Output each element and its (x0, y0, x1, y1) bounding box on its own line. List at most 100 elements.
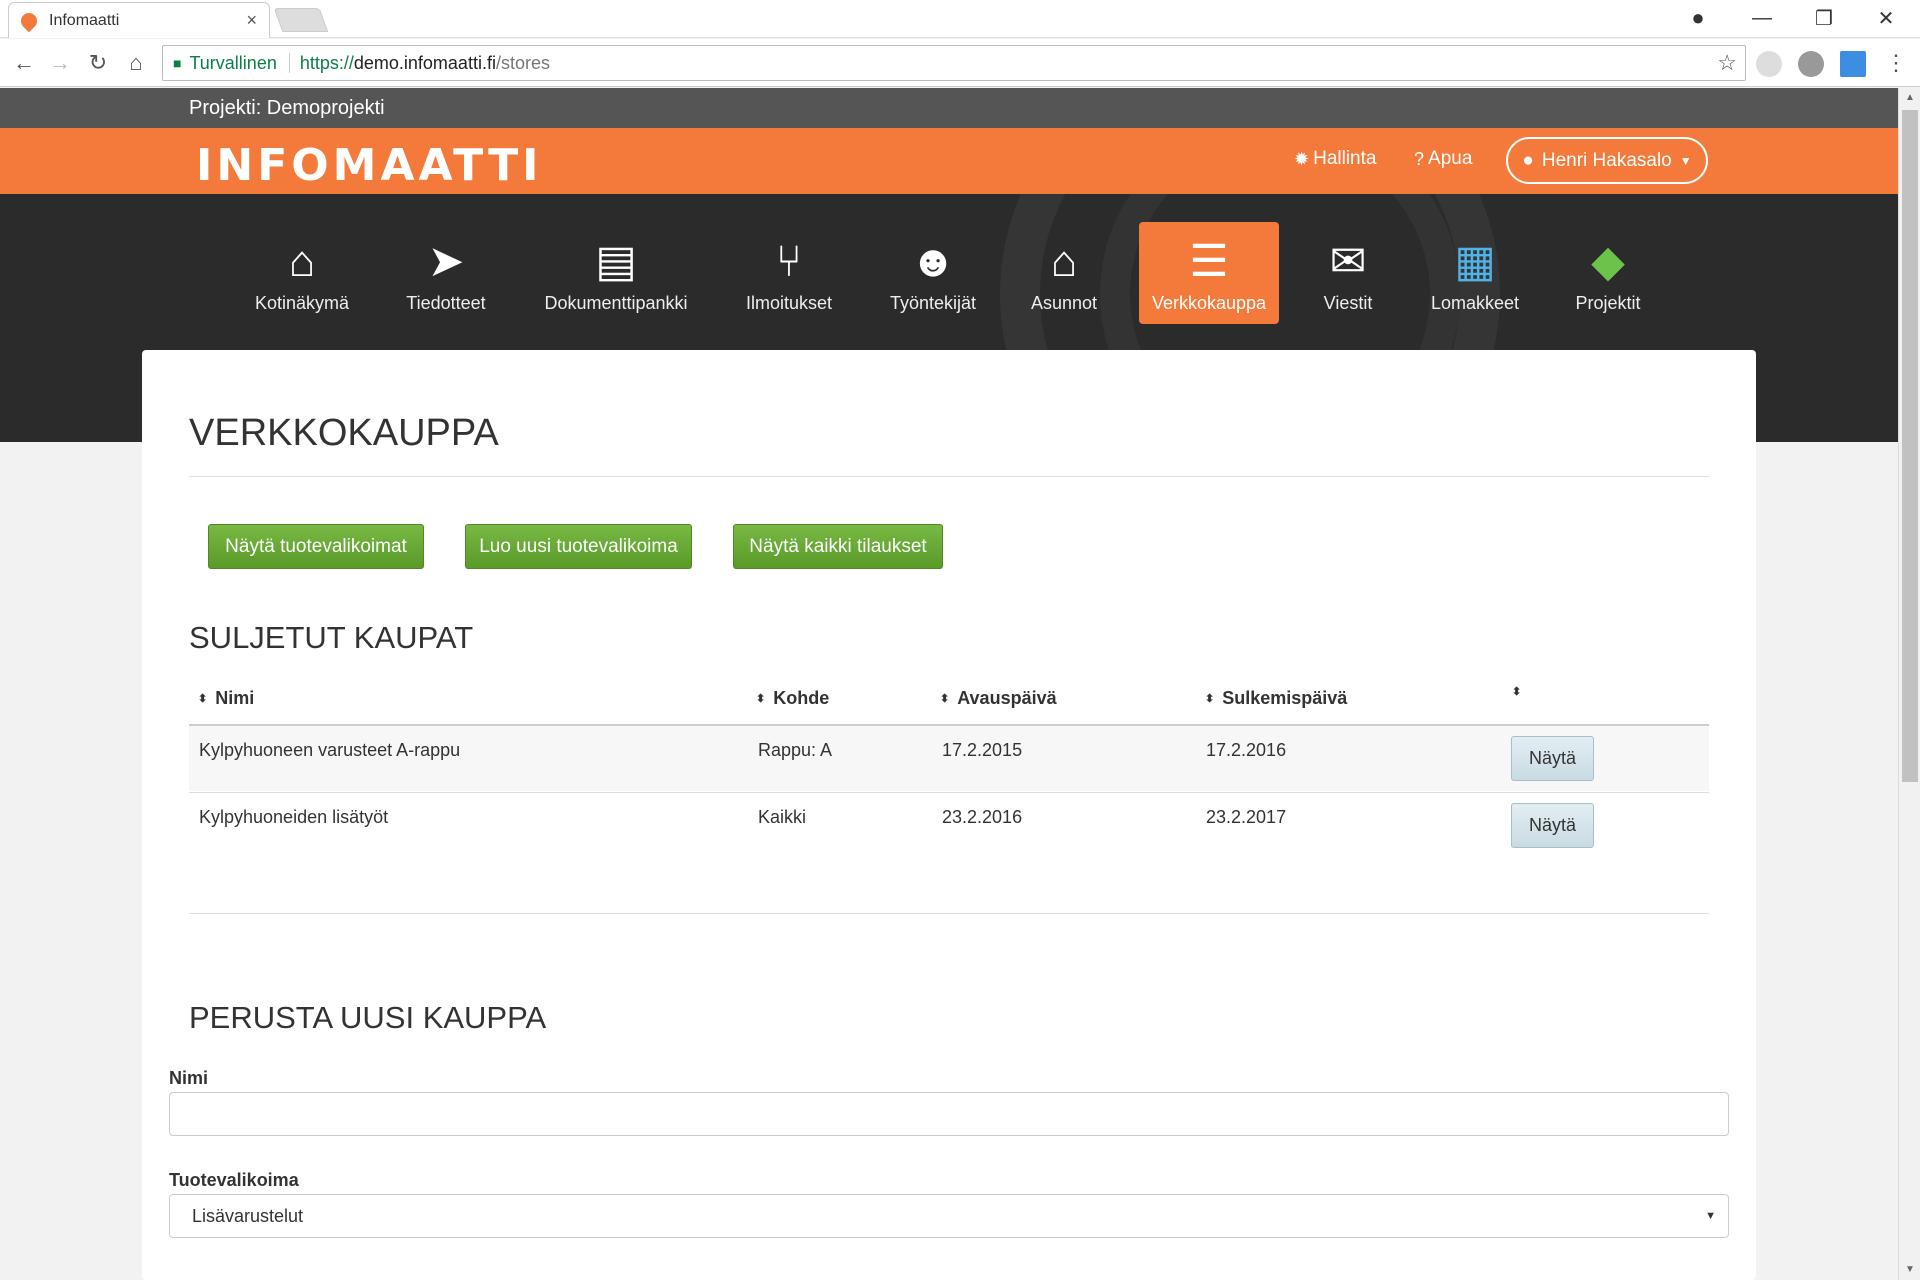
chat-extension-icon[interactable] (1798, 51, 1824, 77)
page-scrollbar[interactable]: ▲ ▼ (1898, 88, 1920, 1280)
infomaatti-logo[interactable]: INFOMAATTI (196, 140, 543, 191)
column-header-actions[interactable]: ⬍ (1512, 686, 1529, 698)
lock-icon: ■ (173, 55, 182, 71)
show-store-button[interactable]: Näytä (1511, 803, 1594, 848)
cell-closed: 17.2.2016 (1206, 740, 1287, 760)
nav-label: Viestit (1323, 293, 1373, 313)
scrollbar-thumb[interactable] (1902, 110, 1918, 782)
column-label: Nimi (215, 688, 255, 708)
restore-button[interactable]: ❐ (1796, 0, 1852, 36)
create-selection-button[interactable]: Luo uusi tuotevalikoima (465, 524, 692, 569)
browser-tab[interactable]: Infomaatti × (8, 2, 270, 38)
nav-label: Kotinäkymä (254, 293, 350, 313)
nav-item-lomakkeet[interactable]: ▦ Lomakkeet (1424, 222, 1526, 324)
git-branch-icon: ⑂ (775, 237, 803, 286)
tab-title: Infomaatti (49, 11, 120, 29)
sort-icon: ⬍ (1512, 686, 1522, 698)
reload-icon[interactable]: ↻ (82, 47, 114, 79)
caret-down-icon: ▼ (1679, 153, 1692, 168)
url-host: demo.infomaatti.fi (353, 52, 496, 73)
column-header-closed[interactable]: ⬍ Sulkemispäivä (1205, 688, 1347, 709)
show-orders-button[interactable]: Näytä kaikki tilaukset (733, 524, 943, 569)
nav-label: Verkkokauppa (1151, 293, 1267, 313)
infomaatti-favicon-icon (17, 9, 41, 32)
nav-label: Projektit (1575, 293, 1641, 313)
app-header: INFOMAATTI ✹ Hallinta ? Apua ● Henri Hak… (0, 128, 1898, 194)
show-selections-button[interactable]: Näytä tuotevalikoimat (208, 524, 424, 569)
nav-label: Tiedotteet (406, 293, 486, 313)
address-bar[interactable]: ■ Turvallinen https:// demo.infomaatti.f… (162, 45, 1746, 81)
selection-value: Lisävarustelut (192, 1205, 304, 1226)
profile-icon[interactable]: ● (1670, 0, 1726, 36)
user-name: Henri Hakasalo (1541, 149, 1672, 171)
secure-label: Turvallinen (189, 52, 277, 73)
user-menu-button[interactable]: ● Henri Hakasalo ▼ (1506, 137, 1708, 184)
page-title: VERKKOKAUPPA (189, 412, 499, 454)
nav-label: Lomakkeet (1430, 293, 1520, 313)
name-label: Nimi (169, 1068, 209, 1088)
question-icon: ? (1414, 148, 1425, 169)
cell-closed: 23.2.2017 (1206, 807, 1287, 827)
browser-toolbar: ← → ↻ ⌂ ■ Turvallinen https:// demo.info… (0, 39, 1920, 87)
nav-item-projektit[interactable]: ◆ Projektit (1560, 222, 1656, 324)
scroll-down-icon[interactable]: ▼ (1899, 1260, 1920, 1280)
nav-item-tiedotteet[interactable]: ➤ Tiedotteet (393, 222, 499, 324)
omnibox-separator (288, 53, 290, 73)
selection-select[interactable]: Lisävarustelut ▼ (169, 1194, 1729, 1238)
nav-item-ilmoitukset[interactable]: ⑂ Ilmoitukset (734, 222, 844, 324)
home-icon: ⌂ (288, 237, 316, 286)
column-header-target[interactable]: ⬍ Kohde (756, 688, 829, 709)
new-extension-icon[interactable] (1840, 51, 1866, 77)
nav-item-dokumenttipankki[interactable]: ▤ Dokumenttipankki (534, 222, 698, 324)
home-icon[interactable]: ⌂ (120, 47, 152, 79)
home-icon: ⌂ (1050, 237, 1078, 286)
column-header-opened[interactable]: ⬍ Avauspäivä (940, 688, 1057, 709)
project-label: Projekti: Demoprojekti (189, 96, 385, 119)
sort-icon: ⬍ (756, 692, 766, 705)
minimize-button[interactable]: — (1734, 0, 1790, 36)
nav-item-kotinakyma[interactable]: ⌂ Kotinäkymä (246, 222, 358, 324)
divider (189, 476, 1709, 477)
column-header-name[interactable]: ⬍ Nimi (198, 688, 254, 709)
store-name-input[interactable] (169, 1092, 1729, 1136)
gear-icon: ✹ (1294, 148, 1310, 169)
nav-label: Dokumenttipankki (544, 293, 688, 313)
clipboard-icon: ▤ (595, 237, 637, 286)
tab-close-icon[interactable]: × (246, 10, 257, 31)
cell-name: Kylpyhuoneiden lisätyöt (199, 807, 389, 827)
admin-link[interactable]: ✹ Hallinta (1294, 148, 1376, 170)
table-row: Kylpyhuoneiden lisätyöt Kaikki 23.2.2016… (189, 792, 1709, 859)
column-label: Sulkemispäivä (1222, 688, 1348, 708)
sort-icon: ⬍ (198, 692, 208, 705)
database-icon: ☰ (1189, 237, 1229, 286)
close-window-button[interactable]: ✕ (1858, 0, 1914, 36)
form-icon: ▦ (1454, 237, 1496, 286)
bookmark-star-icon[interactable]: ☆ (1717, 50, 1737, 76)
back-icon[interactable]: ← (8, 47, 40, 79)
show-store-button[interactable]: Näytä (1511, 736, 1594, 781)
cell-target: Rappu: A (758, 740, 833, 760)
help-link[interactable]: ? Apua (1414, 148, 1472, 170)
nav-item-tyontekijat[interactable]: ☻ Työntekijät (878, 222, 988, 324)
forward-icon[interactable]: → (44, 47, 76, 79)
url-scheme: https:// (299, 52, 354, 73)
project-bar: Projekti: Demoprojekti (0, 88, 1898, 128)
cubes-icon: ◆ (1591, 237, 1625, 286)
cell-opened: 17.2.2015 (942, 740, 1023, 760)
selection-label: Tuotevalikoima (169, 1170, 299, 1190)
chevron-down-icon: ▼ (1705, 1210, 1716, 1222)
nav-item-viestit[interactable]: ✉ Viestit (1306, 222, 1390, 324)
cell-name: Kylpyhuoneen varusteet A-rappu (199, 740, 461, 760)
nav-label: Työntekijät (889, 293, 977, 313)
nav-item-asunnot[interactable]: ⌂ Asunnot (1016, 222, 1112, 324)
nav-label: Asunnot (1030, 293, 1098, 313)
menu-kebab-icon[interactable]: ⋮ (1880, 47, 1912, 79)
new-tab-button[interactable] (273, 8, 329, 32)
divider (189, 913, 1709, 914)
nav-item-verkkokauppa[interactable]: ☰ Verkkokauppa (1139, 222, 1279, 324)
column-label: Kohde (773, 688, 830, 708)
scroll-up-icon[interactable]: ▲ (1899, 88, 1920, 108)
extension-icon[interactable] (1756, 51, 1782, 77)
envelope-icon: ✉ (1329, 237, 1367, 286)
cell-target: Kaikki (758, 807, 807, 827)
